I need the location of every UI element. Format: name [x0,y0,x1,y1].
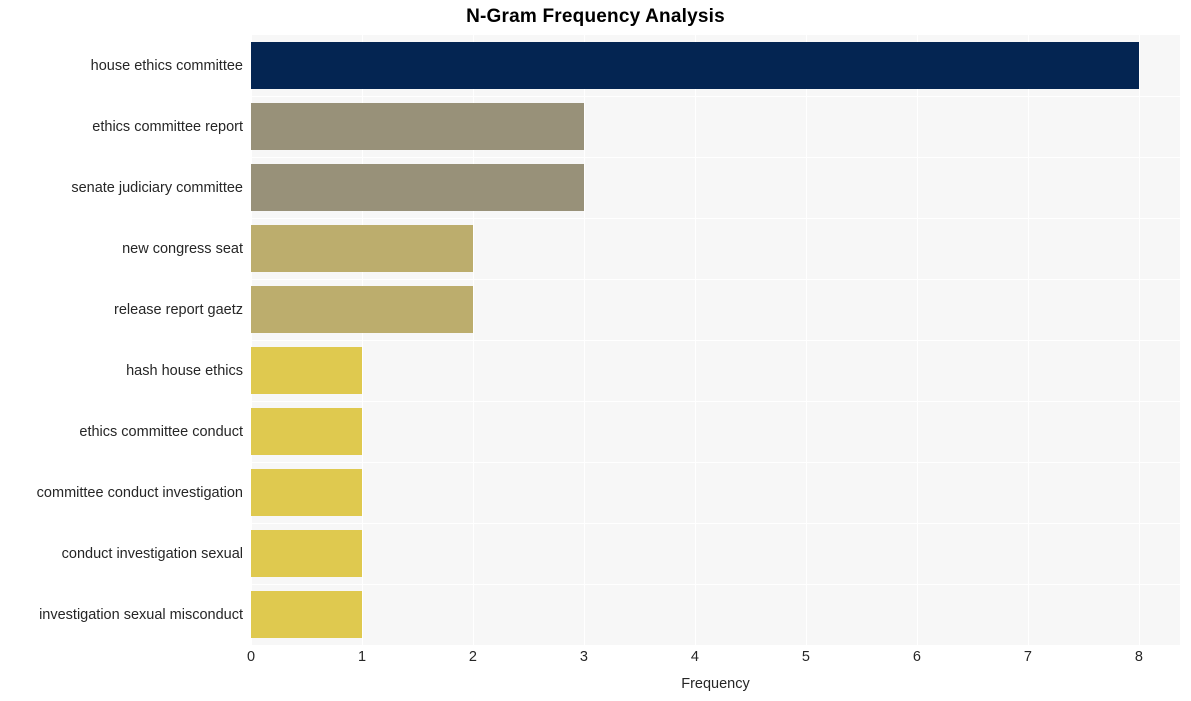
x-axis-tick-label: 1 [357,649,367,665]
vertical-gridline [1027,35,1030,645]
y-axis-tick-label: conduct investigation sexual [61,545,243,562]
bar[interactable] [251,408,362,455]
chart-title: N-Gram Frequency Analysis [466,6,725,27]
horizontal-gridline [251,279,1180,281]
vertical-gridline [916,35,919,645]
x-axis-tick-label: 4 [690,649,699,665]
vertical-gridline [805,35,808,645]
bar[interactable] [251,42,1139,89]
y-axis-tick-label: senate judiciary committee [71,179,243,196]
vertical-gridline [583,35,586,645]
bar[interactable] [251,164,584,211]
y-axis-tick-label: release report gaetz [114,301,243,318]
x-axis-tick-label: 6 [912,649,921,665]
x-axis-tick-label: 8 [1134,649,1143,665]
y-axis-tick-label: house ethics committee [90,57,243,74]
x-axis-tick-labels: 0 1 2 3 4 5 6 7 8 [0,650,1191,674]
horizontal-gridline [251,340,1180,342]
y-axis-tick-labels: house ethics committee ethics committee r… [0,35,243,645]
x-axis-tick-label: 2 [468,649,478,665]
y-axis-tick-label: hash house ethics [126,362,243,379]
x-axis-tick-label: 7 [1023,649,1032,665]
x-axis-tick-label: 5 [801,649,810,665]
horizontal-gridline [251,523,1180,525]
plot-area [251,35,1180,645]
x-axis-tick-label: 0 [246,649,256,665]
y-axis-tick-label: new congress seat [122,240,243,257]
bar[interactable] [251,103,584,150]
y-axis-tick-label: ethics committee conduct [79,423,243,440]
bar[interactable] [251,469,362,516]
horizontal-gridline [251,96,1180,98]
x-axis-title: Frequency [681,676,750,692]
bar[interactable] [251,591,362,638]
horizontal-gridline [251,584,1180,586]
y-axis-tick-label: investigation sexual misconduct [39,606,243,623]
horizontal-gridline [251,157,1180,159]
bar[interactable] [251,530,362,577]
x-axis-tick-label: 3 [579,649,589,665]
bar[interactable] [251,286,473,333]
vertical-gridline [694,35,697,645]
chart-figure: N-Gram Frequency Analysis house ethics c… [0,0,1191,701]
horizontal-gridline [251,462,1180,464]
bar[interactable] [251,225,473,272]
horizontal-gridline [251,401,1180,403]
horizontal-gridline [251,218,1180,220]
bar[interactable] [251,347,362,394]
y-axis-tick-label: committee conduct investigation [36,484,243,501]
y-axis-tick-label: ethics committee report [92,118,243,135]
vertical-gridline [1138,35,1141,645]
